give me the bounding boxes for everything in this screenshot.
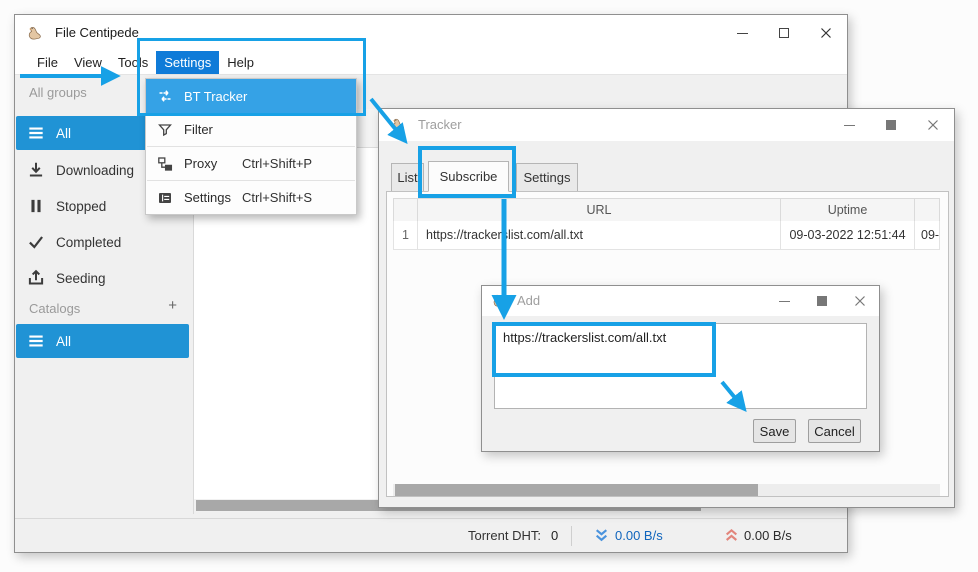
maximize-icon[interactable] <box>870 109 912 141</box>
minimize-icon[interactable] <box>828 109 870 141</box>
sidebar-item-label: All <box>56 334 71 349</box>
minimize-icon[interactable] <box>721 15 763 51</box>
table-cell-uptime[interactable]: 09-03-2022 12:51:44 <box>780 221 915 250</box>
table-header-rownum <box>393 198 418 222</box>
app-logo-goose-icon <box>390 117 406 133</box>
table-header-url[interactable]: URL <box>417 198 781 222</box>
exchange-arrows-icon <box>157 88 173 104</box>
tracker-horizontal-scrollbar[interactable] <box>393 484 940 496</box>
hamburger-icon <box>26 331 46 351</box>
settings-dropdown-menu: BT Tracker Filter Proxy Ctrl+Shift+P Set… <box>145 78 357 215</box>
sidebar-catalog-item-all[interactable]: All <box>16 324 189 358</box>
app-logo-goose-icon <box>26 25 43 42</box>
close-icon[interactable] <box>912 109 954 141</box>
dht-label: Torrent DHT: <box>468 528 541 543</box>
menu-tools[interactable]: Tools <box>110 51 156 74</box>
tracker-window-title: Tracker <box>418 117 462 132</box>
menu-view[interactable]: View <box>66 51 110 74</box>
tab-subscribe[interactable]: Subscribe <box>428 161 509 192</box>
form-list-icon <box>157 190 173 206</box>
tracker-window-controls <box>828 109 954 141</box>
close-icon[interactable] <box>805 15 847 51</box>
menu-item-label: Settings <box>184 190 231 205</box>
cancel-button[interactable]: Cancel <box>808 419 861 443</box>
double-chevron-down-icon <box>594 528 609 543</box>
save-button[interactable]: Save <box>753 419 796 443</box>
menu-item-label: BT Tracker <box>184 89 247 104</box>
pause-icon <box>26 196 46 216</box>
network-nodes-icon <box>157 156 173 172</box>
menu-item-filter[interactable]: Filter <box>146 113 356 146</box>
table-header-clipped[interactable] <box>914 198 940 222</box>
check-icon <box>26 232 46 252</box>
add-catalog-button[interactable]: + <box>168 297 177 314</box>
minimize-icon[interactable] <box>765 286 803 316</box>
menu-item-shortcut: Ctrl+Shift+S <box>242 190 312 205</box>
catalogs-label: Catalogs <box>29 301 80 316</box>
table-header-uptime[interactable]: Uptime <box>780 198 915 222</box>
add-dialog-controls <box>765 286 879 316</box>
sidebar-item-label: Downloading <box>56 163 134 178</box>
group-filter-dropdown[interactable]: All groups <box>29 85 87 100</box>
tab-list[interactable]: List <box>391 163 424 192</box>
add-dialog: Add https://trackerslist.com/all.txt Sav… <box>481 285 880 452</box>
table-cell-clipped[interactable]: 09-0 <box>914 221 940 250</box>
main-window-controls <box>721 15 847 51</box>
app-logo-goose-icon <box>491 293 507 309</box>
maximize-icon[interactable] <box>763 15 805 51</box>
dht-value: 0 <box>551 528 558 543</box>
sidebar-item-label: Seeding <box>56 271 106 286</box>
menu-item-settings[interactable]: Settings Ctrl+Shift+S <box>146 181 356 214</box>
tab-settings[interactable]: Settings <box>516 163 578 192</box>
upload-speed: 0.00 B/s <box>744 528 792 543</box>
menu-file[interactable]: File <box>29 51 66 74</box>
tracker-titlebar: Tracker <box>379 109 954 141</box>
close-icon[interactable] <box>841 286 879 316</box>
table-cell-url[interactable]: https://trackerslist.com/all.txt <box>417 221 781 250</box>
catalogs-row: Catalogs + <box>16 297 189 319</box>
menu-item-label: Proxy <box>184 156 217 171</box>
menu-item-proxy[interactable]: Proxy Ctrl+Shift+P <box>146 147 356 180</box>
tab-label: Subscribe <box>440 169 498 184</box>
menu-bar: File View Tools Settings Help <box>15 51 847 75</box>
scrollbar-thumb[interactable] <box>395 484 758 496</box>
add-dialog-titlebar: Add <box>482 286 879 316</box>
download-icon <box>26 160 46 180</box>
funnel-icon <box>157 122 173 138</box>
table-row-number: 1 <box>393 221 418 250</box>
download-speed: 0.00 B/s <box>615 528 663 543</box>
menu-item-label: Filter <box>184 122 213 137</box>
main-titlebar: File Centipede <box>15 15 847 51</box>
hamburger-icon <box>26 123 46 143</box>
status-bar: Torrent DHT: 0 0.00 B/s 0.00 B/s <box>15 518 847 552</box>
maximize-icon[interactable] <box>803 286 841 316</box>
add-dialog-title: Add <box>517 293 540 308</box>
sidebar-item-completed[interactable]: Completed <box>16 225 189 259</box>
tab-label: List <box>397 170 417 185</box>
toolbar: All groups <box>15 75 847 109</box>
menu-item-shortcut: Ctrl+Shift+P <box>242 156 312 171</box>
sidebar-item-label: All <box>56 126 71 141</box>
status-separator <box>571 526 572 546</box>
menu-item-bt-tracker[interactable]: BT Tracker <box>146 79 356 113</box>
sidebar-item-label: Completed <box>56 235 121 250</box>
menu-help[interactable]: Help <box>219 51 262 74</box>
double-chevron-up-icon <box>724 528 739 543</box>
upload-tray-icon <box>26 268 46 288</box>
sidebar-item-label: Stopped <box>56 199 106 214</box>
screenshot-canvas: File Centipede File View Tools Settings … <box>0 0 978 572</box>
tab-label: Settings <box>524 170 571 185</box>
sidebar-item-seeding[interactable]: Seeding <box>16 261 189 295</box>
menu-settings[interactable]: Settings <box>156 51 219 74</box>
tracker-url-input[interactable]: https://trackerslist.com/all.txt <box>494 323 867 409</box>
main-window-title: File Centipede <box>55 25 139 40</box>
